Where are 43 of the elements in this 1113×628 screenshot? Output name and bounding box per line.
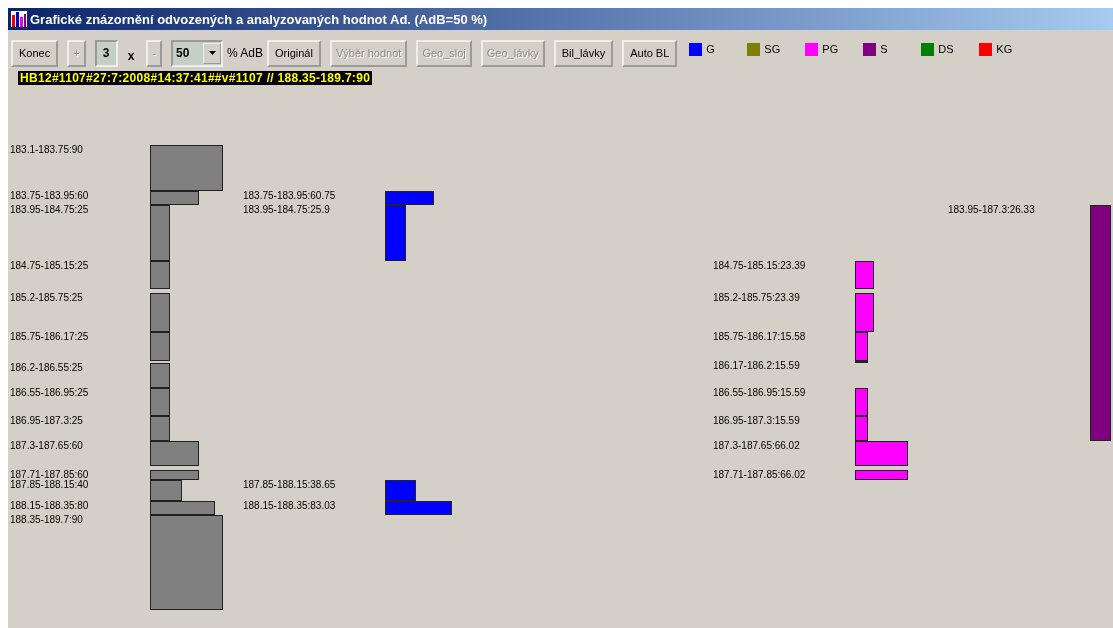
depth-label: 186.95-187.3:25 bbox=[10, 416, 83, 427]
toolbar-label: x bbox=[127, 49, 135, 63]
depth-label: 187.71-187.85:60 bbox=[10, 469, 89, 480]
depth-label: 187.85-188.15:40 bbox=[10, 479, 89, 490]
toolbar-button[interactable]: Bil_lávky bbox=[553, 39, 614, 67]
depth-label: 186.17-186.2:15.59 bbox=[713, 361, 800, 372]
depth-label: 183.95-187.3:26.33 bbox=[948, 204, 1035, 215]
legend-label: DS bbox=[938, 43, 954, 55]
legend-label: KG bbox=[996, 43, 1013, 55]
bar-chart-icon bbox=[11, 11, 27, 27]
depth-label: 185.75-186.17:15.58 bbox=[713, 331, 806, 342]
depth-label: 187.3-187.65:60 bbox=[10, 440, 83, 451]
depth-label: 186.55-186.95:15.59 bbox=[713, 388, 806, 399]
toolbar-label: % AdB bbox=[227, 46, 264, 60]
zoom-field[interactable]: 3 bbox=[94, 39, 118, 67]
percent-dropdown[interactable]: 50 bbox=[171, 39, 223, 67]
window-title: Grafické znázornění odvozených a analyzovaných hodnot Ad. (AdB=50 %) bbox=[30, 11, 488, 27]
toolbar-button[interactable]: Originál bbox=[267, 39, 321, 67]
depth-label: 183.1-183.75:90 bbox=[10, 145, 83, 155]
depth-label: 183.95-184.75:25 bbox=[10, 204, 89, 215]
legend-label: S bbox=[880, 43, 888, 55]
toolbar-button[interactable]: Konec bbox=[11, 39, 59, 67]
depth-label: 188.35-189.7:90 bbox=[10, 514, 83, 525]
legend-label: SG bbox=[764, 43, 781, 55]
depth-label: 186.95-187.3:15.59 bbox=[713, 416, 800, 427]
legend-label: G bbox=[706, 43, 715, 55]
toolbar-button[interactable]: Auto BL bbox=[622, 39, 678, 67]
depth-label: 186.55-186.95:25 bbox=[10, 388, 89, 399]
depth-label: 185.2-185.75:23.39 bbox=[713, 292, 800, 303]
depth-label: 188.15-188.35:83.03 bbox=[243, 500, 336, 511]
depth-label: 188.15-188.35:80 bbox=[10, 500, 89, 511]
legend-label: PG bbox=[822, 43, 839, 55]
depth-label: 187.71-187.85:66.02 bbox=[713, 469, 806, 480]
depth-label: 183.75-183.95:60 bbox=[10, 190, 89, 201]
depth-label: 187.85-188.15:38.65 bbox=[243, 479, 336, 490]
depth-label: 185.75-186.17:25 bbox=[10, 331, 89, 342]
depth-label: 186.2-186.55:25 bbox=[10, 363, 83, 374]
depth-label: 184.75-185.15:23.39 bbox=[713, 261, 806, 272]
depth-label: 187.3-187.65:66.02 bbox=[713, 440, 800, 451]
depth-label: 183.75-183.95:60.75 bbox=[243, 190, 336, 201]
depth-label: 183.95-184.75:25.9 bbox=[243, 204, 330, 215]
depth-label: 184.75-185.15:25 bbox=[10, 261, 89, 272]
depth-label: 185.2-185.75:25 bbox=[10, 292, 83, 303]
